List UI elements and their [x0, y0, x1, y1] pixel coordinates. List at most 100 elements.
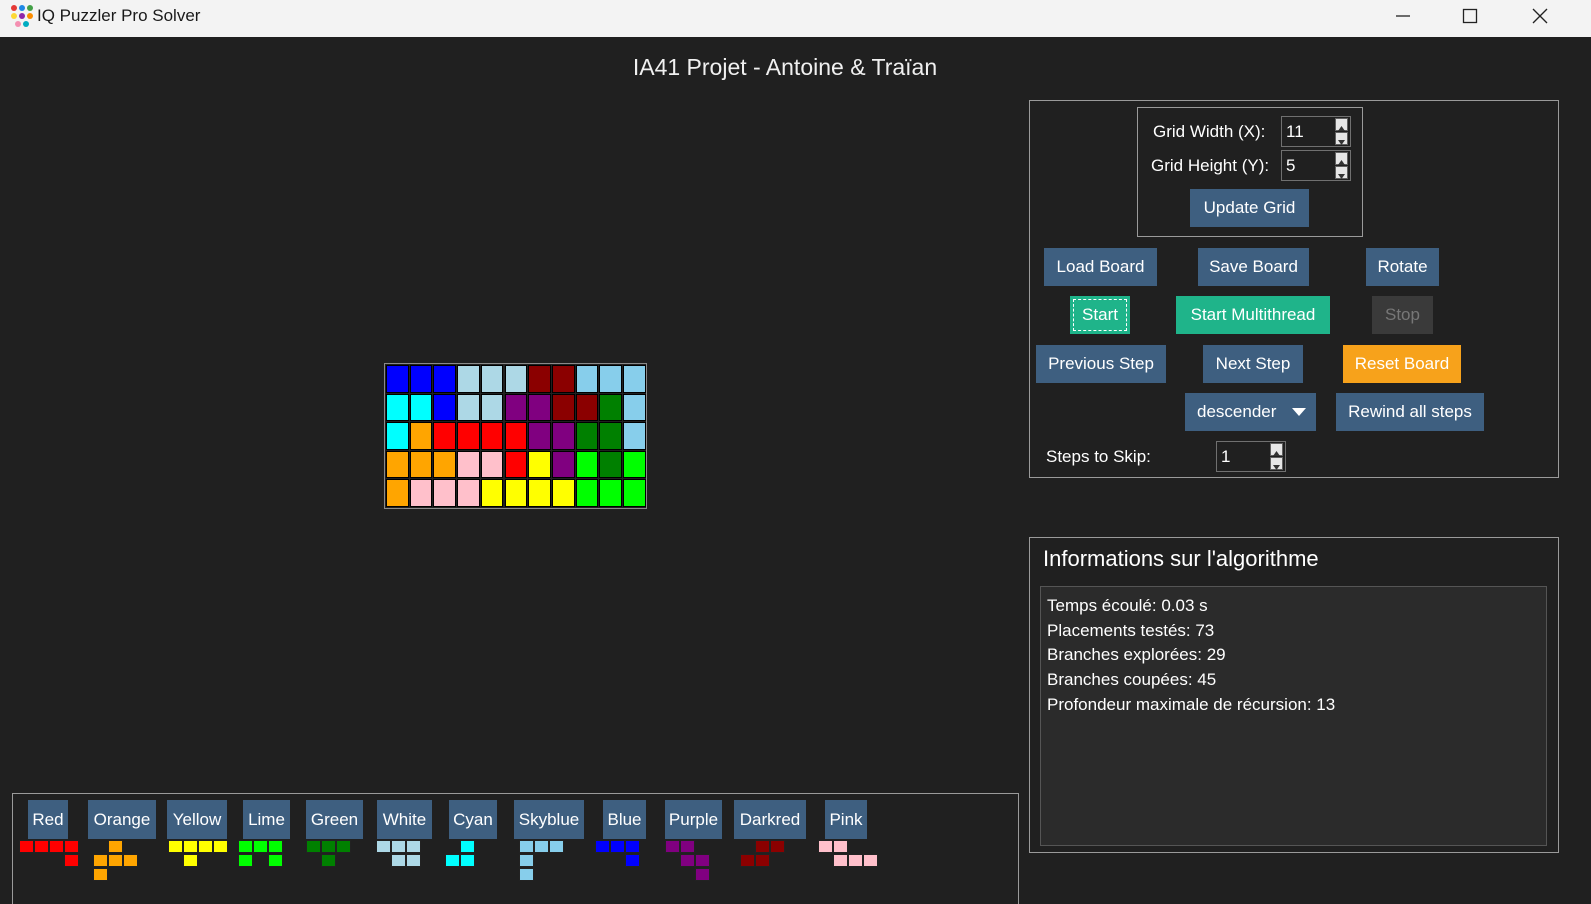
- board-cell[interactable]: [504, 365, 528, 393]
- board-cell[interactable]: [409, 422, 433, 450]
- board-cell[interactable]: [480, 365, 504, 393]
- piece-cell: [64, 840, 79, 853]
- board-cell[interactable]: [386, 365, 409, 393]
- piece-button-cyan[interactable]: Cyan: [449, 800, 497, 839]
- piece-cell: [695, 868, 710, 881]
- maximize-button[interactable]: [1441, 0, 1499, 32]
- board-cell[interactable]: [457, 450, 480, 479]
- piece-button-darkred[interactable]: Darkred: [734, 800, 806, 839]
- piece-button-pink[interactable]: Pink: [825, 800, 867, 839]
- board-cell[interactable]: [623, 450, 646, 479]
- steps-to-skip-spinbox[interactable]: 1: [1216, 441, 1286, 472]
- board-cell[interactable]: [528, 422, 551, 450]
- rewind-all-steps-button[interactable]: Rewind all steps: [1336, 393, 1484, 431]
- board-cell[interactable]: [623, 393, 646, 422]
- minimize-button[interactable]: [1374, 0, 1432, 32]
- board-cell[interactable]: [551, 393, 575, 422]
- board-cell[interactable]: [623, 365, 646, 393]
- board-cell[interactable]: [599, 479, 622, 507]
- board-cell[interactable]: [457, 422, 480, 450]
- board-cell[interactable]: [409, 479, 433, 507]
- board-cell[interactable]: [575, 450, 599, 479]
- piece-button-blue[interactable]: Blue: [603, 800, 646, 839]
- board-cell[interactable]: [504, 450, 528, 479]
- board-cell[interactable]: [575, 365, 599, 393]
- board-cell[interactable]: [528, 479, 551, 507]
- piece-cell: [549, 840, 564, 853]
- board-cell[interactable]: [528, 365, 551, 393]
- reset-board-button[interactable]: Reset Board: [1343, 345, 1461, 383]
- piece-button-green[interactable]: Green: [306, 800, 363, 839]
- board-cell[interactable]: [551, 450, 575, 479]
- piece-button-red[interactable]: Red: [28, 800, 68, 839]
- save-board-button[interactable]: Save Board: [1198, 248, 1309, 286]
- increment-arrow-icon[interactable]: [1335, 152, 1348, 165]
- info-line: Temps écoulé: 0.03 s: [1047, 596, 1208, 615]
- board-cell[interactable]: [409, 393, 433, 422]
- board-cell[interactable]: [433, 479, 457, 507]
- board-cell[interactable]: [480, 422, 504, 450]
- board-cell[interactable]: [504, 479, 528, 507]
- rotate-button[interactable]: Rotate: [1366, 248, 1439, 286]
- board-cell[interactable]: [433, 365, 457, 393]
- board-cell[interactable]: [575, 479, 599, 507]
- increment-arrow-icon[interactable]: [1270, 443, 1283, 456]
- board-cell[interactable]: [623, 479, 646, 507]
- close-button[interactable]: [1511, 0, 1569, 32]
- board-cell[interactable]: [599, 365, 622, 393]
- board-cell[interactable]: [504, 422, 528, 450]
- order-dropdown[interactable]: descender: [1185, 393, 1316, 431]
- board-cell[interactable]: [599, 422, 622, 450]
- board-cell[interactable]: [409, 450, 433, 479]
- board-cell[interactable]: [504, 393, 528, 422]
- board-cell[interactable]: [433, 422, 457, 450]
- board-cell[interactable]: [480, 450, 504, 479]
- board-cell[interactable]: [386, 479, 409, 507]
- board-cell[interactable]: [457, 365, 480, 393]
- board-cell[interactable]: [599, 450, 622, 479]
- piece-cell: [755, 840, 770, 853]
- board-cell[interactable]: [433, 450, 457, 479]
- next-step-button[interactable]: Next Step: [1203, 345, 1303, 383]
- piece-button-skyblue[interactable]: Skyblue: [514, 800, 584, 839]
- piece-button-purple[interactable]: Purple: [665, 800, 722, 839]
- board-cell[interactable]: [528, 450, 551, 479]
- board-cell[interactable]: [551, 422, 575, 450]
- piece-button-white[interactable]: White: [377, 800, 432, 839]
- load-board-button[interactable]: Load Board: [1044, 248, 1157, 286]
- board-cell[interactable]: [480, 393, 504, 422]
- grid-width-spinbox[interactable]: 11: [1281, 116, 1351, 147]
- board-cell[interactable]: [386, 393, 409, 422]
- piece-button-yellow[interactable]: Yellow: [167, 800, 227, 839]
- piece-button-lime[interactable]: Lime: [243, 800, 290, 839]
- grid-height-spinbox[interactable]: 5: [1281, 150, 1351, 181]
- board-cell[interactable]: [575, 422, 599, 450]
- decrement-arrow-icon[interactable]: [1270, 457, 1283, 470]
- puzzle-board[interactable]: [384, 363, 647, 509]
- start-button[interactable]: Start: [1070, 296, 1130, 334]
- board-cell[interactable]: [457, 479, 480, 507]
- grid-height-value: 5: [1286, 156, 1296, 175]
- board-cell[interactable]: [528, 393, 551, 422]
- piece-cell: [770, 840, 785, 853]
- start-multithread-button[interactable]: Start Multithread: [1176, 296, 1330, 334]
- piece-button-orange[interactable]: Orange: [88, 800, 156, 839]
- decrement-arrow-icon[interactable]: [1335, 166, 1348, 179]
- board-cell[interactable]: [457, 393, 480, 422]
- board-cell[interactable]: [409, 365, 433, 393]
- decrement-arrow-icon[interactable]: [1335, 132, 1348, 145]
- stop-button[interactable]: Stop: [1372, 296, 1433, 334]
- board-cell[interactable]: [480, 479, 504, 507]
- board-cell[interactable]: [433, 393, 457, 422]
- board-cell[interactable]: [551, 365, 575, 393]
- board-cell[interactable]: [623, 422, 646, 450]
- increment-arrow-icon[interactable]: [1335, 118, 1348, 131]
- board-cell[interactable]: [386, 450, 409, 479]
- previous-step-button[interactable]: Previous Step: [1036, 345, 1166, 383]
- board-cell[interactable]: [551, 479, 575, 507]
- board-cell[interactable]: [599, 393, 622, 422]
- board-cell[interactable]: [575, 393, 599, 422]
- update-grid-button[interactable]: Update Grid: [1190, 189, 1309, 227]
- info-text-area[interactable]: Temps écoulé: 0.03 s Placements testés: …: [1040, 586, 1547, 846]
- board-cell[interactable]: [386, 422, 409, 450]
